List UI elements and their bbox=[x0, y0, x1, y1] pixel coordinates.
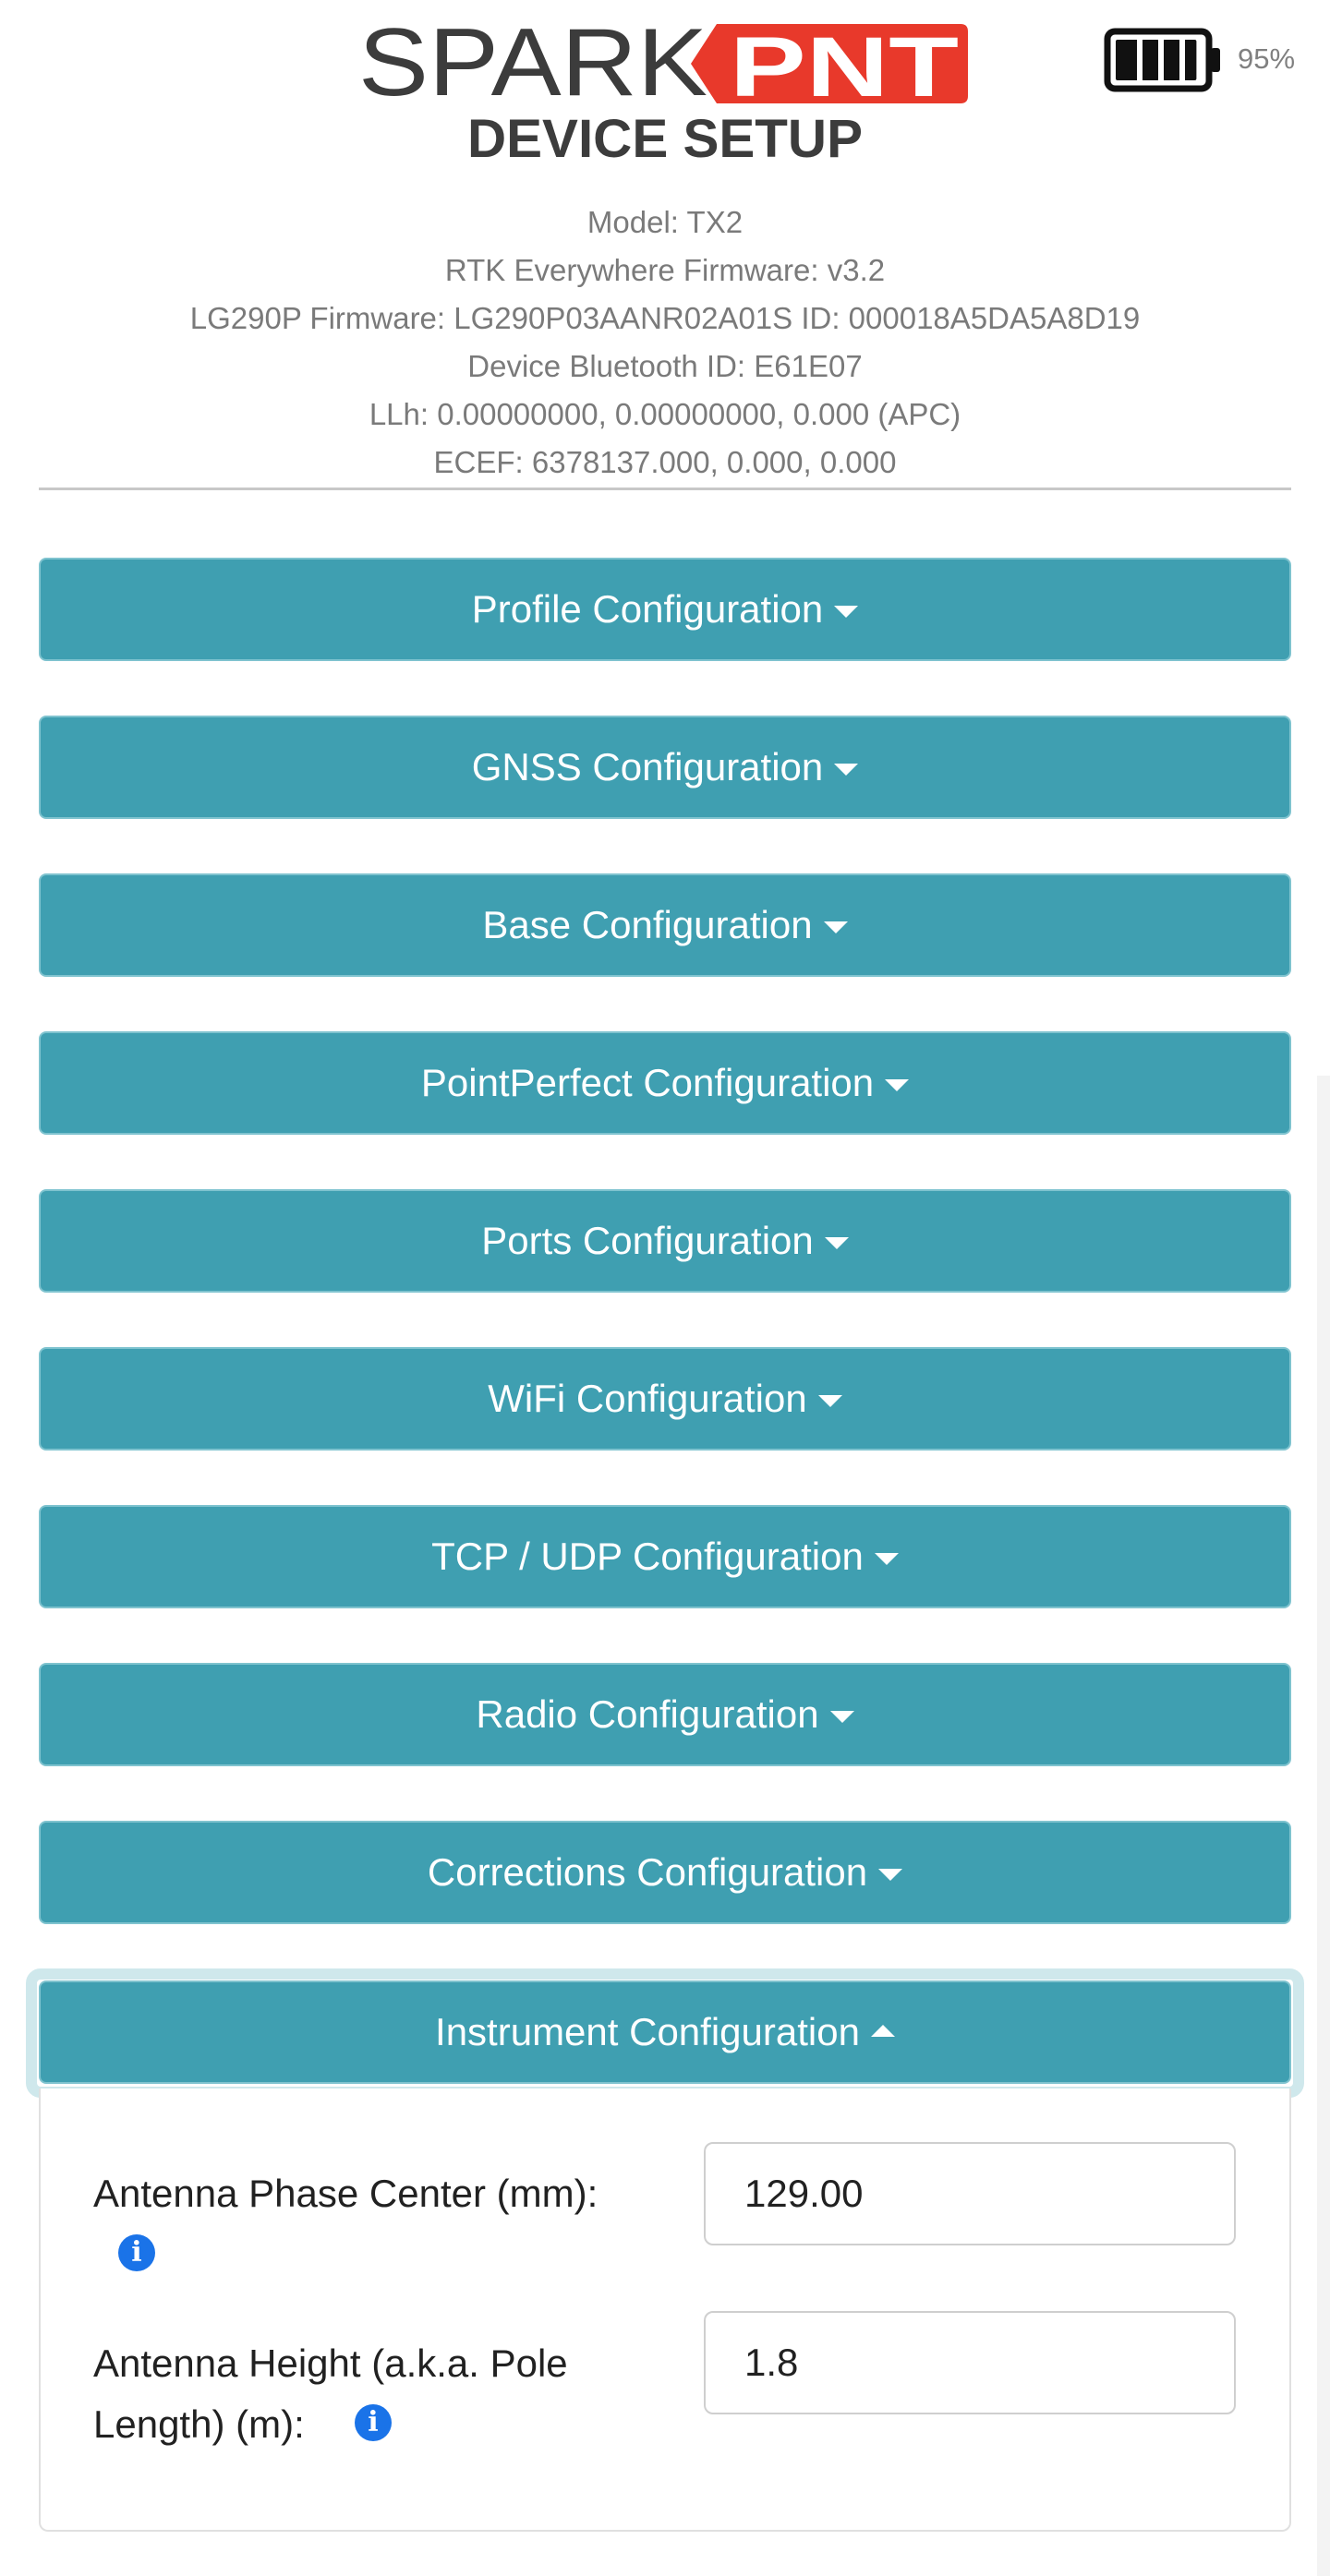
corrections-configuration-button[interactable]: Corrections Configuration bbox=[39, 1821, 1291, 1924]
caret-down-icon bbox=[885, 1078, 910, 1091]
device-model: Model: TX2 bbox=[586, 205, 744, 239]
pointperfect-configuration-button[interactable]: PointPerfect Configuration bbox=[39, 1031, 1291, 1135]
gnss-firmware: LG290P Firmware: LG290P03AANR02A01S ID: … bbox=[189, 301, 1141, 335]
bluetooth-id: Device Bluetooth ID: E61E07 bbox=[467, 349, 863, 383]
antenna-height-label: Antenna Height (a.k.a. Pole bbox=[93, 2333, 568, 2394]
profile-configuration-button[interactable]: Profile Configuration bbox=[39, 558, 1291, 661]
battery-icon bbox=[1104, 28, 1220, 92]
logo-brand-left: SPARK bbox=[358, 17, 707, 116]
antenna-height-input[interactable] bbox=[704, 2311, 1236, 2414]
battery-percent: 95% bbox=[1238, 42, 1296, 75]
wifi-configuration-button[interactable]: WiFi Configuration bbox=[39, 1347, 1291, 1451]
gnss-configuration-button[interactable]: GNSS Configuration bbox=[39, 716, 1291, 819]
antenna-height-label-line1: Antenna Height (a.k.a. Pole bbox=[93, 2341, 568, 2385]
sparkpnt-logo: SPARK PNT DEVICE SETUP bbox=[358, 17, 968, 164]
section-label: Corrections Configuration bbox=[427, 1850, 868, 1894]
antenna-phase-center-input[interactable] bbox=[704, 2142, 1236, 2245]
instrument-configuration-button[interactable]: Instrument Configuration bbox=[39, 1980, 1291, 2084]
caret-down-icon bbox=[829, 1710, 854, 1723]
section-label: Base Configuration bbox=[482, 903, 813, 946]
antenna-phase-center-label: Antenna Phase Center (mm): bbox=[93, 2172, 598, 2215]
caret-up-icon bbox=[870, 2024, 895, 2037]
caret-down-icon bbox=[823, 921, 848, 933]
antenna-height-label-line2: Length) (m): bbox=[93, 2402, 305, 2446]
caret-down-icon bbox=[834, 605, 859, 618]
caret-down-icon bbox=[834, 763, 859, 776]
logo-subtitle: DEVICE SETUP bbox=[467, 109, 863, 164]
logo-brand-right: PNT bbox=[730, 20, 959, 114]
section-label: Ports Configuration bbox=[481, 1219, 814, 1262]
ecef-position: ECEF: 6378137.000, 0.000, 0.000 bbox=[433, 445, 897, 479]
ports-configuration-button[interactable]: Ports Configuration bbox=[39, 1189, 1291, 1293]
info-circle-icon[interactable]: i bbox=[118, 2234, 155, 2271]
caret-down-icon bbox=[878, 1868, 903, 1881]
section-label: Instrument Configuration bbox=[435, 2010, 860, 2053]
caret-down-icon bbox=[874, 1552, 899, 1565]
base-configuration-button[interactable]: Base Configuration bbox=[39, 873, 1291, 977]
section-label: WiFi Configuration bbox=[488, 1377, 807, 1420]
antenna-height-label-continued: Length) (m): bbox=[93, 2394, 305, 2455]
info-circle-icon[interactable]: i bbox=[355, 2404, 392, 2441]
section-label: GNSS Configuration bbox=[471, 745, 824, 788]
page-scrollbar[interactable] bbox=[1317, 1076, 1330, 2576]
llh-position: LLh: 0.00000000, 0.00000000, 0.000 (APC) bbox=[369, 397, 961, 431]
section-label: PointPerfect Configuration bbox=[420, 1061, 875, 1104]
section-label: TCP / UDP Configuration bbox=[431, 1535, 864, 1578]
header-divider bbox=[39, 488, 1291, 490]
caret-down-icon bbox=[824, 1236, 849, 1249]
radio-configuration-button[interactable]: Radio Configuration bbox=[39, 1663, 1291, 1766]
tcp-udp-configuration-button[interactable]: TCP / UDP Configuration bbox=[39, 1505, 1291, 1608]
section-label: Profile Configuration bbox=[471, 587, 824, 631]
caret-down-icon bbox=[817, 1394, 842, 1407]
firmware-version: RTK Everywhere Firmware: v3.2 bbox=[444, 253, 886, 287]
section-label: Radio Configuration bbox=[476, 1692, 819, 1736]
